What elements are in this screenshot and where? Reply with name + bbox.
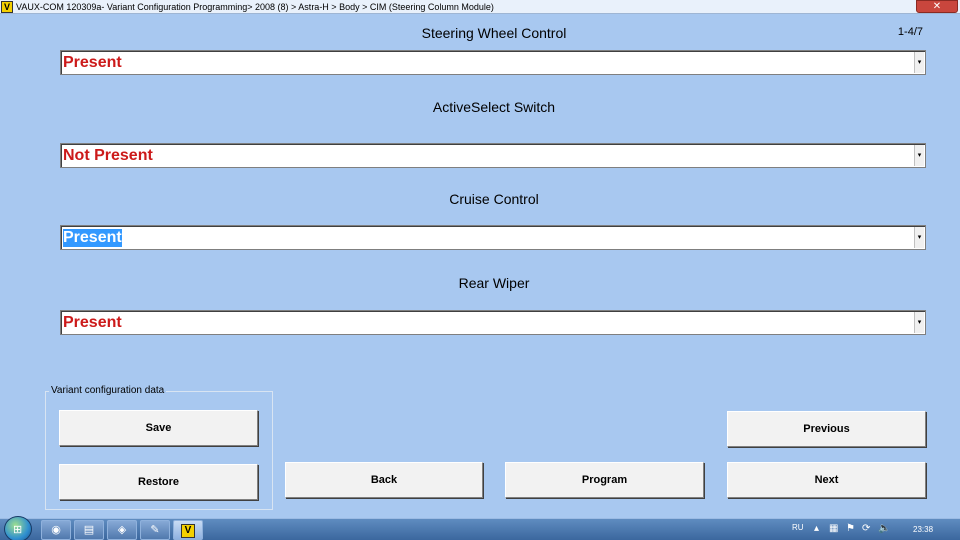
taskbar: ⊞ ◉ ▤ ◈ ✎ V RU ▴ ▦ ⚑ ⟳ 🔈 23:38: [0, 516, 960, 540]
flag-icon[interactable]: ⚑: [846, 523, 855, 535]
cruise-control-select[interactable]: Present ▾: [60, 225, 926, 250]
select-value: Not Present: [63, 147, 153, 164]
previous-button[interactable]: Previous: [727, 411, 926, 447]
save-button[interactable]: Save: [59, 410, 258, 446]
dropdown-arrow-icon[interactable]: ▾: [914, 312, 924, 333]
volume-icon[interactable]: 🔈: [878, 523, 890, 535]
field-label-steering-wheel-control: Steering Wheel Control: [421, 25, 567, 41]
field-label-rear-wiper: Rear Wiper: [458, 275, 530, 291]
group-legend: Variant configuration data: [49, 385, 167, 396]
explorer-icon[interactable]: ▤: [74, 520, 104, 540]
select-value: Present: [63, 229, 122, 247]
vauxcom-icon: V: [181, 524, 195, 538]
close-button[interactable]: ✕: [916, 0, 958, 13]
title-bar: V VAUX-COM 120309a- Variant Configuratio…: [0, 0, 960, 14]
tray-up-arrow-icon[interactable]: ▴: [814, 523, 819, 535]
steering-wheel-control-select[interactable]: Present ▾: [60, 50, 926, 75]
field-label-cruise-control: Cruise Control: [449, 191, 539, 207]
window-title: VAUX-COM 120309a- Variant Configuration …: [16, 2, 494, 12]
language-indicator[interactable]: RU: [792, 523, 804, 532]
network-icon[interactable]: ▦: [829, 523, 838, 535]
next-button[interactable]: Next: [727, 462, 926, 498]
field-label-activeselect-switch: ActiveSelect Switch: [432, 99, 556, 115]
start-button[interactable]: ⊞: [4, 516, 32, 540]
taskbar-vauxcom[interactable]: V: [173, 520, 203, 540]
restore-button[interactable]: Restore: [59, 464, 258, 500]
app-icon[interactable]: ◈: [107, 520, 137, 540]
back-button[interactable]: Back: [285, 462, 483, 498]
clock[interactable]: 23:38: [913, 525, 933, 534]
activeselect-switch-select[interactable]: Not Present ▾: [60, 143, 926, 168]
dropdown-arrow-icon[interactable]: ▾: [914, 52, 924, 73]
dropdown-arrow-icon[interactable]: ▾: [914, 227, 924, 248]
select-value: Present: [63, 314, 122, 331]
chrome-icon[interactable]: ◉: [41, 520, 71, 540]
rear-wiper-select[interactable]: Present ▾: [60, 310, 926, 335]
paint-icon[interactable]: ✎: [140, 520, 170, 540]
windows-logo-icon: ⊞: [13, 524, 23, 536]
dropdown-arrow-icon[interactable]: ▾: [914, 145, 924, 166]
vauxcom-logo-icon: V: [1, 1, 13, 13]
update-icon[interactable]: ⟳: [862, 523, 870, 535]
select-value: Present: [63, 54, 122, 71]
program-button[interactable]: Program: [505, 462, 704, 498]
